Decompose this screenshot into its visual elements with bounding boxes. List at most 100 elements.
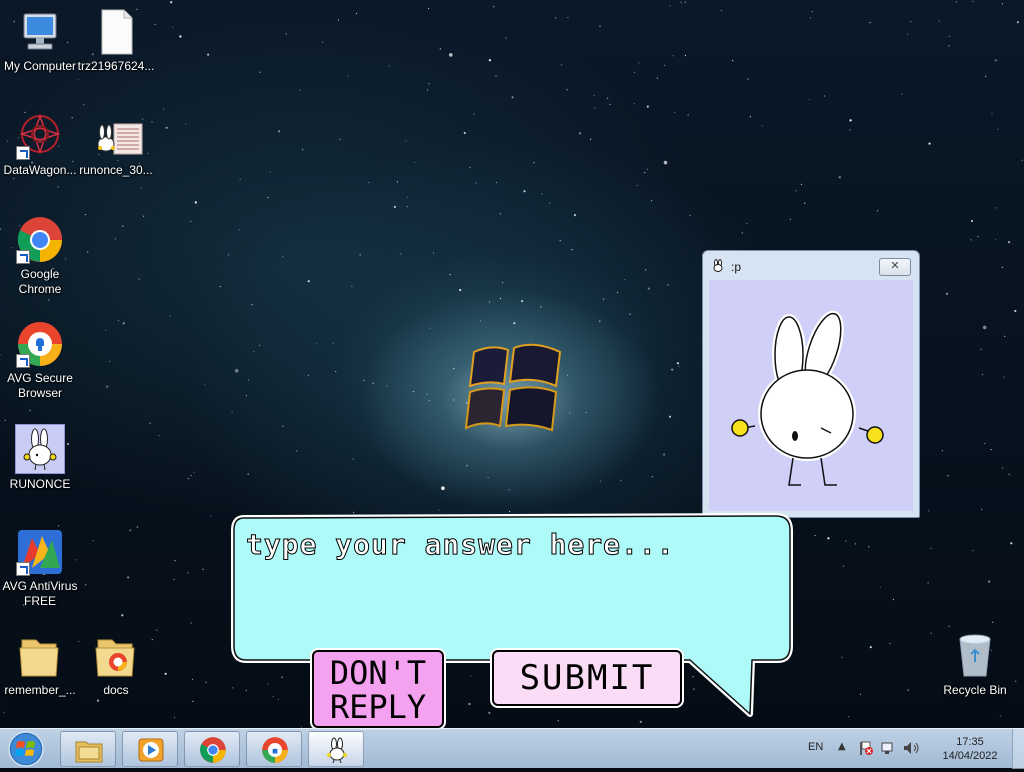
star — [238, 229, 240, 231]
taskbar-chrome[interactable] — [184, 731, 240, 767]
desktop-icon-avg-antivirus[interactable]: AVG AntiVirus FREE — [0, 528, 80, 609]
desktop-icon-google-chrome[interactable]: Google Chrome — [0, 216, 80, 297]
bunny-window[interactable]: :p ✕ — [702, 250, 920, 518]
star — [678, 365, 680, 367]
star — [205, 681, 207, 683]
answer-input[interactable] — [244, 526, 778, 650]
star — [187, 572, 189, 574]
star — [4, 419, 6, 421]
star — [441, 486, 445, 491]
star — [579, 132, 582, 135]
star — [930, 632, 932, 634]
taskbar-runonce[interactable] — [308, 731, 364, 767]
star — [363, 379, 365, 381]
dont-reply-button[interactable]: DON'T REPLY — [312, 650, 444, 728]
action-center-flag-icon[interactable] — [860, 741, 873, 755]
star — [1015, 680, 1017, 682]
desktop-icon-datawagon[interactable]: DataWagon... — [0, 112, 80, 178]
avg-browser-icon — [16, 320, 64, 368]
show-desktop-button[interactable] — [1012, 729, 1024, 769]
star — [567, 16, 569, 19]
star — [202, 568, 204, 570]
submit-button[interactable]: SUBMIT — [492, 650, 682, 706]
star — [948, 625, 950, 628]
star — [948, 45, 950, 47]
taskbar-media-player[interactable] — [122, 731, 178, 767]
clock-date: 14/04/2022 — [942, 750, 998, 762]
desktop-icon-trz-file[interactable]: trz21967624... — [76, 8, 156, 74]
close-icon: ✕ — [890, 260, 900, 272]
desktop-icon-runonce-file[interactable]: runonce_30... — [76, 120, 156, 178]
star — [253, 351, 255, 353]
star — [127, 576, 130, 579]
star — [928, 142, 931, 145]
dont-reply-line1: DON'T — [329, 654, 427, 692]
star — [868, 546, 870, 548]
star — [400, 253, 402, 255]
star — [479, 320, 482, 322]
star — [173, 716, 176, 719]
chrome-icon — [200, 737, 226, 763]
star — [810, 17, 812, 19]
volume-icon[interactable] — [904, 742, 919, 754]
star — [629, 313, 631, 315]
star — [593, 94, 595, 96]
bunny-window-titlebar[interactable]: :p ✕ — [703, 251, 919, 279]
desktop-icon-label: My Computer — [3, 59, 77, 73]
show-hidden-icons-chevron-icon[interactable]: ▲ — [838, 741, 846, 752]
star — [245, 395, 247, 397]
star — [647, 168, 649, 170]
star — [972, 0, 974, 2]
star — [669, 5, 671, 7]
network-icon[interactable] — [881, 742, 893, 754]
star — [339, 138, 341, 140]
desktop-icon-avg-secure-browser[interactable]: AVG Secure Browser — [0, 320, 80, 401]
star — [814, 534, 816, 537]
star — [663, 160, 668, 165]
star — [511, 96, 514, 99]
taskbar-file-explorer[interactable] — [60, 731, 116, 767]
star — [811, 10, 813, 13]
star — [469, 166, 471, 168]
star — [907, 689, 909, 691]
star — [910, 21, 912, 23]
desktop-icon-remember-folder[interactable]: remember_... — [0, 632, 80, 698]
star — [57, 186, 59, 188]
desktop-icon-my-computer[interactable]: My Computer — [0, 8, 80, 74]
star — [999, 715, 1002, 717]
star — [594, 107, 596, 109]
desktop-icon-docs-folder[interactable]: docs — [76, 632, 156, 698]
star — [599, 320, 601, 322]
taskbar-clock[interactable]: 17:35 14/04/2022 — [930, 735, 1010, 763]
star — [930, 547, 932, 550]
runonce-bunny-icon — [327, 737, 347, 764]
star — [170, 1, 173, 4]
star — [204, 383, 206, 385]
star — [190, 622, 192, 624]
star — [901, 93, 903, 95]
language-indicator[interactable]: EN — [808, 741, 823, 753]
desktop-icon-recycle-bin[interactable]: Recycle Bin — [935, 632, 1015, 698]
star — [889, 642, 891, 645]
star — [453, 399, 455, 401]
star — [117, 319, 119, 321]
taskbar-avg-browser[interactable] — [246, 731, 302, 767]
star — [426, 393, 428, 395]
star — [29, 409, 31, 411]
desktop-icon-runonce[interactable]: RUNONCE — [0, 424, 80, 492]
star — [997, 128, 999, 130]
star — [337, 19, 340, 21]
start-button[interactable] — [4, 730, 48, 768]
star — [466, 465, 468, 467]
star — [970, 219, 974, 223]
computer-icon — [16, 8, 64, 56]
close-button[interactable]: ✕ — [879, 258, 911, 276]
star — [609, 103, 611, 105]
star — [927, 582, 929, 584]
star — [804, 202, 806, 204]
desktop-icon-label: remember_... — [4, 683, 76, 697]
bunny-canvas — [709, 280, 913, 511]
avg-browser-icon — [262, 737, 288, 763]
star — [282, 256, 284, 258]
system-tray — [858, 740, 924, 760]
